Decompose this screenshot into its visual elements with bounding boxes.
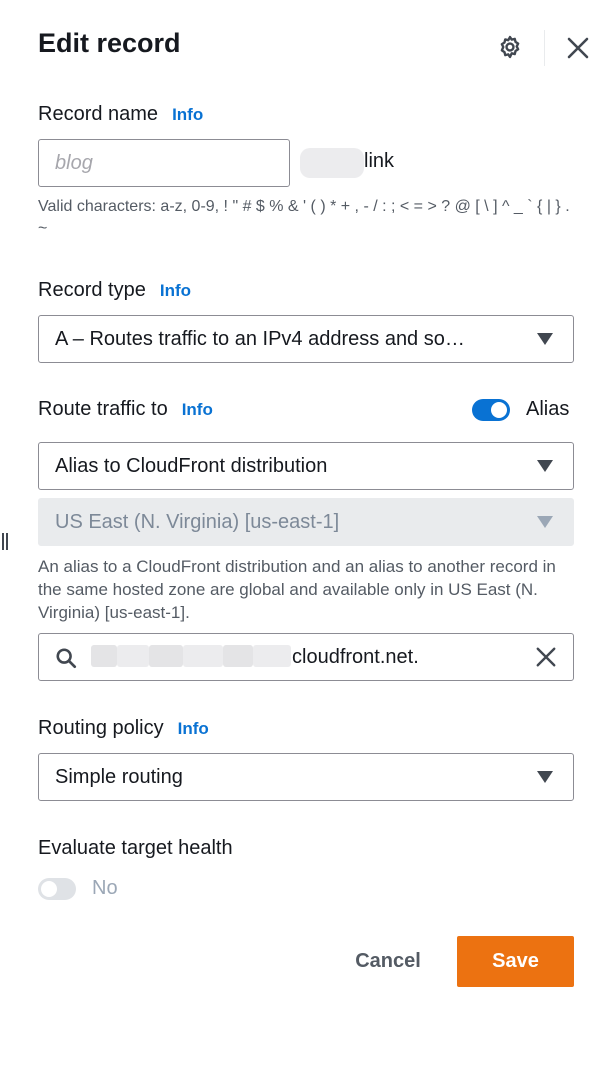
record-name-label: Record name [38,103,159,125]
endpoint-select[interactable]: Alias to CloudFront distribution [38,442,574,490]
routing-policy-label-row: Routing policy Info [38,717,209,740]
endpoint-value: Alias to CloudFront distribution [55,454,328,477]
record-name-label-row: Record name Info [38,103,203,126]
target-health-toggle [38,878,76,900]
record-type-info-link[interactable]: Info [160,281,191,300]
route-traffic-label: Route traffic to [38,398,168,420]
caret-down-icon [537,460,553,472]
edit-record-panel: Edit record Record name Info link Valid c… [0,0,607,1068]
settings-button[interactable] [494,31,526,63]
close-button[interactable] [562,32,594,64]
target-health-toggle-label: No [92,877,118,899]
panel-resize-handle[interactable] [2,533,8,550]
close-icon [567,37,589,59]
cancel-button[interactable]: Cancel [336,936,440,987]
caret-down-icon [537,333,553,345]
record-name-info-link[interactable]: Info [172,105,203,124]
record-name-hint: Valid characters: a-z, 0-9, ! " # $ % & … [38,198,570,237]
region-hint: An alias to a CloudFront distribution an… [38,557,556,622]
region-value: US East (N. Virginia) [us-east-1] [55,510,340,533]
route-traffic-label-row: Route traffic to Info [38,398,213,421]
caret-down-icon [537,771,553,783]
header-divider [544,30,545,66]
domain-suffix: link [364,150,395,172]
alias-label: Alias [526,398,570,420]
record-type-label-row: Record type Info [38,279,191,302]
redacted-distribution-part [183,645,223,667]
record-type-select[interactable]: A – Routes traffic to an IPv4 address an… [38,315,574,363]
clear-icon[interactable] [535,646,557,668]
routing-policy-select[interactable]: Simple routing [38,753,574,801]
route-traffic-info-link[interactable]: Info [182,400,213,419]
redacted-distribution-part [149,645,183,667]
record-type-value: A – Routes traffic to an IPv4 address an… [55,327,465,350]
distribution-search-field[interactable]: cloudfront.net. [38,633,574,681]
redacted-distribution-part [253,645,291,667]
alias-toggle[interactable] [472,399,510,421]
routing-policy-value: Simple routing [55,765,183,788]
toggle-knob [491,402,507,418]
redacted-distribution-part [223,645,253,667]
gear-icon [500,35,520,59]
record-type-label: Record type [38,279,146,301]
toggle-knob [41,881,57,897]
redacted-distribution-part [91,645,117,667]
redacted-distribution-part [117,645,149,667]
routing-policy-label: Routing policy [38,717,164,739]
target-health-label: Evaluate target health [38,837,233,859]
region-select: US East (N. Virginia) [us-east-1] [38,498,574,546]
save-button[interactable]: Save [457,936,574,987]
page-title: Edit record [38,28,181,58]
distribution-value: cloudfront.net. [292,646,419,668]
caret-down-icon [537,516,553,528]
search-icon [56,648,77,669]
routing-policy-info-link[interactable]: Info [178,719,209,738]
record-name-input[interactable] [38,139,290,187]
redacted-domain [300,148,364,178]
